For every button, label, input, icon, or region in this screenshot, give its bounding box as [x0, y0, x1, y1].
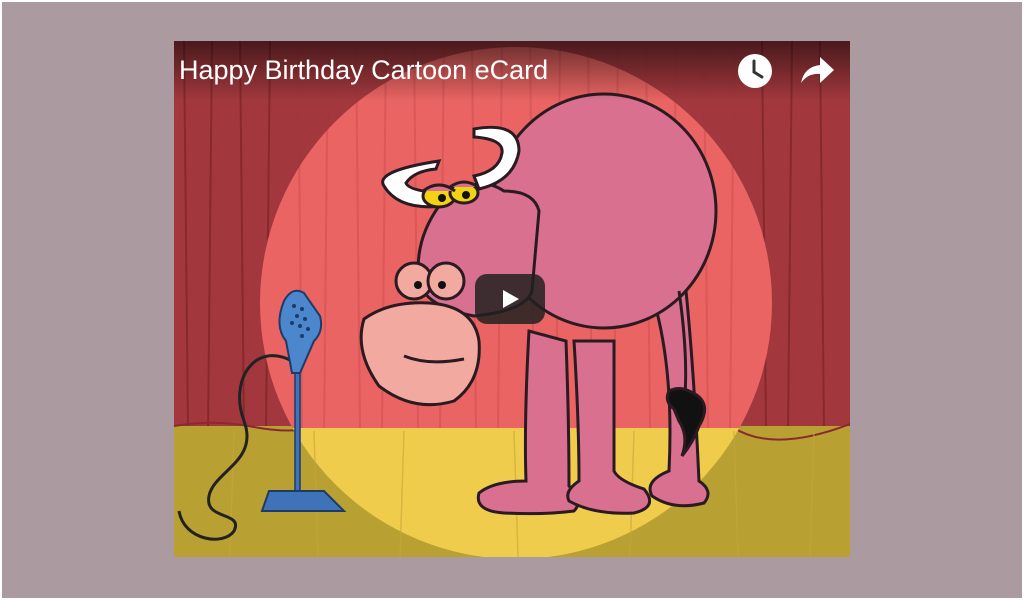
play-icon [503, 290, 519, 308]
video-player[interactable]: Happy Birthday Cartoon eCard [174, 41, 850, 557]
play-button[interactable] [475, 274, 545, 324]
share-arrow-icon [801, 57, 834, 83]
share-button[interactable] [796, 53, 836, 89]
watch-later-button[interactable] [736, 53, 776, 89]
clock-icon [738, 54, 772, 88]
video-title[interactable]: Happy Birthday Cartoon eCard [179, 54, 548, 86]
